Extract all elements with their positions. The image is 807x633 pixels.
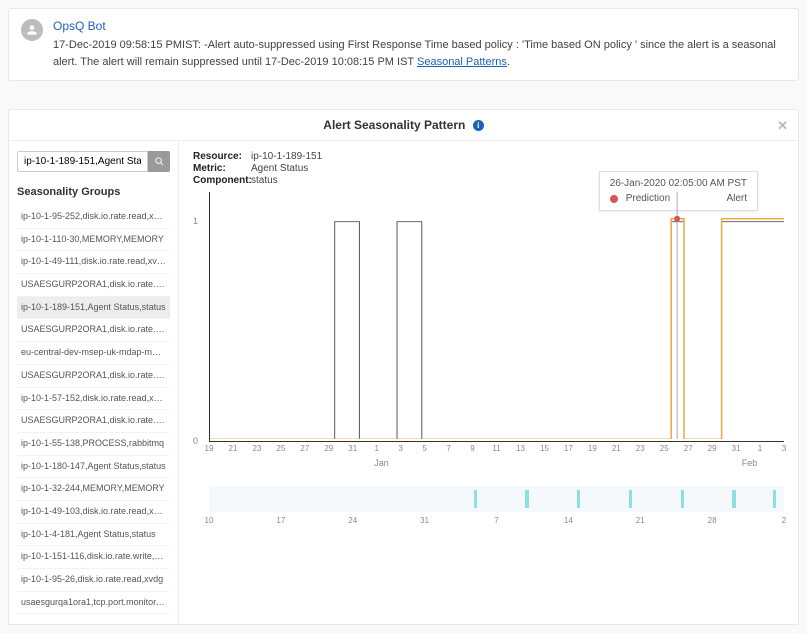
component-label: Component:	[193, 175, 251, 186]
x-tick: 15	[540, 444, 549, 453]
groups-title: Seasonality Groups	[17, 186, 170, 198]
brush-segment	[629, 490, 632, 508]
x-tick: 3	[398, 444, 402, 453]
sidebar-item[interactable]: ip-10-1-55-138,PROCESS,rabbitmq	[17, 433, 170, 456]
sidebar-item[interactable]: ip-10-1-189-151,Agent Status,status	[17, 297, 170, 320]
brush-segment	[773, 490, 776, 508]
brush-ticks: 1017243171421282	[209, 516, 784, 528]
sidebar-item[interactable]: USAESGURP2ORA1,disk.io.rate.read,xvdh	[17, 274, 170, 297]
month-label: Feb	[742, 458, 758, 468]
sidebar-item[interactable]: ip-10-1-4-181,Agent Status,status	[17, 524, 170, 547]
resource-label: Resource:	[193, 151, 251, 162]
bot-msg-suffix: .	[507, 56, 510, 68]
main-area: Resource:ip-10-1-189-151 Metric:Agent St…	[179, 141, 798, 624]
sidebar-item[interactable]: USAESGURP2ORA1,disk.io.rate.read,xvde	[17, 319, 170, 342]
brush-segment	[525, 490, 528, 508]
month-label: Jan	[374, 458, 389, 468]
bot-message: 17-Dec-2019 09:58:15 PMIST: -Alert auto-…	[53, 37, 786, 70]
seasonality-panel: Alert Seasonality Pattern i ✕ Seasonalit…	[8, 109, 799, 625]
sidebar-item[interactable]: usaesgurqa1ora1,tcp.port.monitor,127.0.0…	[17, 592, 170, 615]
panel-header: Alert Seasonality Pattern i ✕	[9, 110, 798, 141]
x-tick: 27	[684, 444, 693, 453]
sidebar-item[interactable]: eu-central-dev-msep-uk-mdap-metafdata1,c…	[17, 342, 170, 365]
sidebar-item[interactable]: ip-10-1-32-244,MEMORY,MEMORY	[17, 478, 170, 501]
x-ticks: 1921232527293113579111315171921232527293…	[209, 444, 784, 460]
bot-message-card: OpsQ Bot 17-Dec-2019 09:58:15 PMIST: -Al…	[8, 8, 799, 81]
y-tick: 0	[193, 436, 198, 446]
metric-value: Agent Status	[251, 163, 308, 174]
avatar	[21, 19, 43, 41]
x-tick: 25	[660, 444, 669, 453]
info-icon[interactable]: i	[473, 120, 484, 131]
search-input[interactable]	[17, 151, 148, 172]
brush-segment	[681, 490, 684, 508]
x-tick: 25	[276, 444, 285, 453]
series-svg	[210, 192, 784, 439]
x-tick: 27	[300, 444, 309, 453]
sidebar: Seasonality Groups ip-10-1-95-252,disk.i…	[9, 141, 179, 624]
brush-segment	[732, 490, 735, 508]
x-tick: 31	[348, 444, 357, 453]
x-tick: 17	[564, 444, 573, 453]
sidebar-item[interactable]: ip-10-1-49-103,disk.io.rate.read,xvdb	[17, 501, 170, 524]
x-tick: 23	[252, 444, 261, 453]
x-tick: 11	[492, 444, 500, 453]
sidebar-item[interactable]: ip-10-1-180-147,Agent Status,status	[17, 456, 170, 479]
panel-title: Alert Seasonality Pattern	[323, 118, 465, 132]
y-tick: 1	[193, 216, 198, 226]
resource-value: ip-10-1-189-151	[251, 151, 322, 162]
brush-segment	[577, 490, 580, 508]
chart: 0 1 192123252729311357911131517192123252…	[193, 192, 784, 472]
user-icon	[25, 23, 39, 37]
x-tick: 13	[516, 444, 525, 453]
tooltip-time: 26-Jan-2020 02:05:00 AM PST	[610, 178, 747, 189]
sidebar-item[interactable]: USAESGURP2ORA1,disk.io.rate.read,xvdf	[17, 365, 170, 388]
x-tick: 19	[205, 444, 214, 453]
x-tick: 29	[708, 444, 717, 453]
metric-label: Metric:	[193, 163, 251, 174]
x-tick: 7	[446, 444, 450, 453]
sidebar-item[interactable]: ip-10-1-95-26,disk.io.rate.read,xvdg	[17, 569, 170, 592]
search-icon	[154, 156, 165, 167]
bot-name: OpsQ Bot	[53, 19, 786, 33]
sidebar-item[interactable]: ip-10-1-151-116,disk.io.rate.write,xvdf	[17, 546, 170, 569]
sidebar-item[interactable]: ip-10-1-57-152,disk.io.rate.read,xvdb	[17, 388, 170, 411]
x-tick: 23	[636, 444, 645, 453]
brush[interactable]	[209, 486, 784, 512]
bot-timestamp: 17-Dec-2019 09:58:15 PMIST:	[53, 39, 201, 51]
sidebar-item[interactable]: ip-10-1-95-252,disk.io.rate.read,xvdh	[17, 206, 170, 229]
sidebar-item[interactable]: ip-10-1-110-30,MEMORY,MEMORY	[17, 229, 170, 252]
x-tick: 19	[588, 444, 597, 453]
plot-area[interactable]	[209, 192, 784, 442]
x-tick: 1	[758, 444, 762, 453]
x-tick: 21	[229, 444, 238, 453]
x-tick: 5	[422, 444, 426, 453]
brush-segment	[474, 490, 477, 508]
x-tick: 29	[324, 444, 333, 453]
search-button[interactable]	[148, 151, 170, 172]
sidebar-item[interactable]: USAESGURP2ORA1,disk.io.rate.read,xvdm	[17, 410, 170, 433]
groups-list: ip-10-1-95-252,disk.io.rate.read,xvdhip-…	[17, 206, 170, 614]
search-wrap	[17, 151, 170, 172]
x-tick: 31	[732, 444, 741, 453]
x-tick: 3	[782, 444, 786, 453]
x-tick: 1	[374, 444, 378, 453]
sidebar-item[interactable]: ip-10-1-49-111,disk.io.rate.read,xvdb	[17, 251, 170, 274]
x-tick: 21	[612, 444, 621, 453]
seasonal-patterns-link[interactable]: Seasonal Patterns	[417, 56, 507, 68]
component-value: status	[251, 175, 278, 186]
close-icon[interactable]: ✕	[777, 118, 788, 134]
x-tick: 9	[470, 444, 474, 453]
